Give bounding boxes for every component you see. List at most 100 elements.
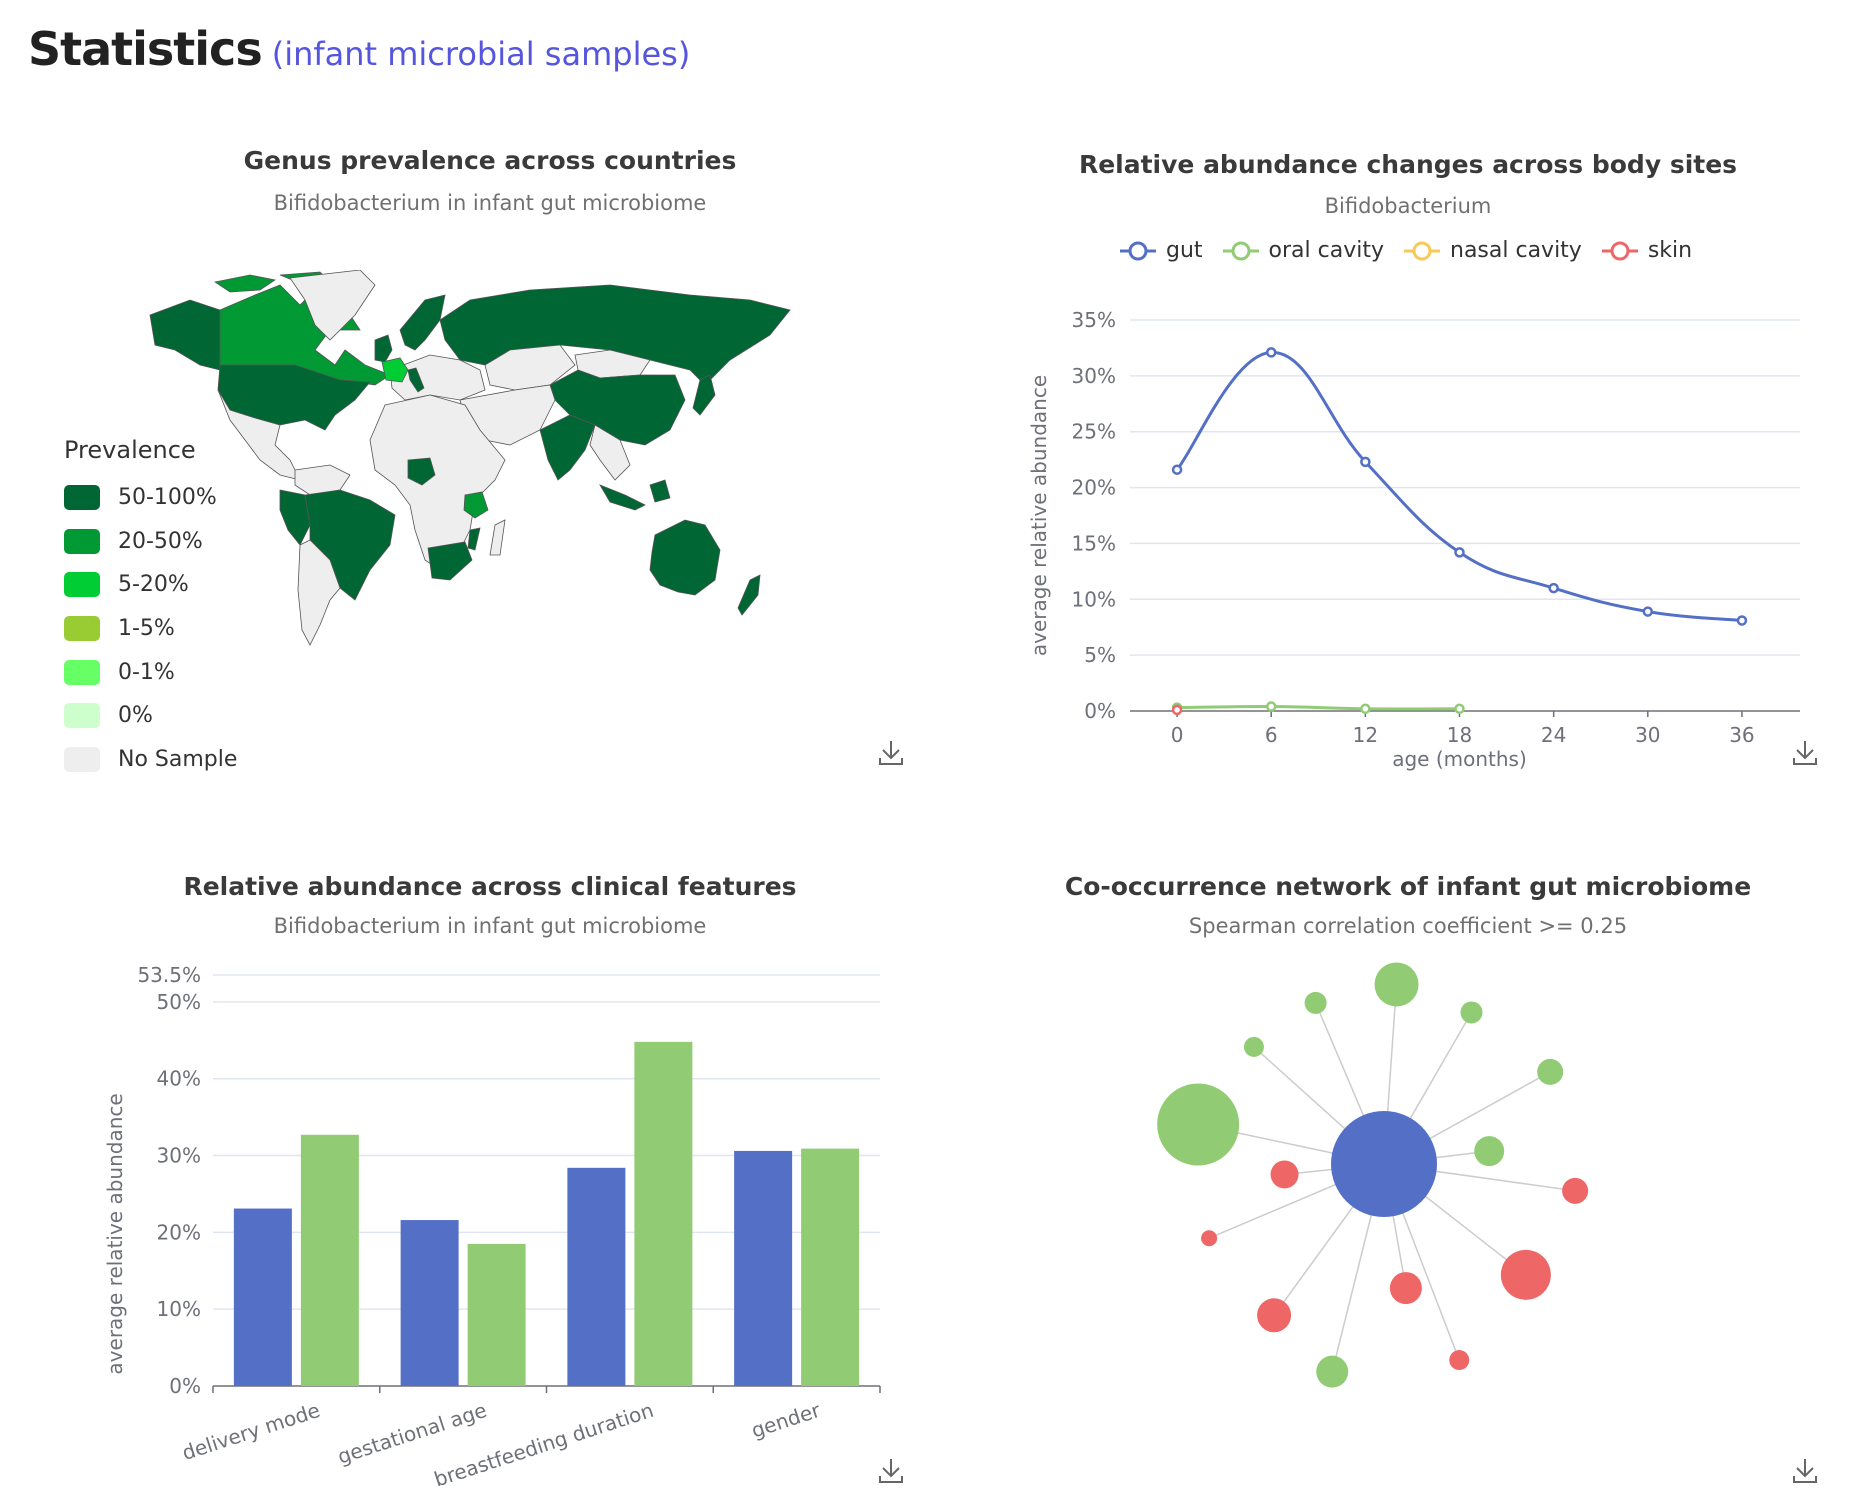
bar[interactable] — [467, 1243, 526, 1386]
line-legend-item[interactable]: skin — [1600, 238, 1692, 263]
region-alaska[interactable] — [149, 299, 221, 371]
map-legend-item[interactable]: No Sample — [64, 738, 237, 782]
page-title: Statistics (infant microbial samples) — [28, 22, 690, 76]
page-title-main: Statistics — [28, 22, 263, 76]
network-node-negative[interactable] — [1201, 1230, 1218, 1247]
network-node-positive[interactable] — [1304, 991, 1327, 1014]
line-chart-legend: gut oral cavity nasal cavity skin — [1118, 238, 1710, 263]
network-chart[interactable] — [1100, 950, 1700, 1430]
bar[interactable] — [400, 1220, 459, 1386]
region-malawi[interactable] — [467, 527, 481, 551]
network-node-positive[interactable] — [1243, 1036, 1264, 1057]
y-tick-label: 15% — [1072, 531, 1116, 555]
bar[interactable] — [233, 1208, 292, 1386]
data-point[interactable] — [1265, 347, 1277, 358]
bar[interactable] — [801, 1148, 860, 1386]
data-point[interactable] — [1454, 547, 1465, 558]
data-point[interactable] — [1642, 606, 1654, 617]
legend-label: No Sample — [118, 746, 238, 772]
x-tick-label: 0 — [1171, 723, 1184, 747]
data-point[interactable] — [1360, 456, 1371, 468]
legend-label: 1-5% — [118, 616, 175, 642]
network-node-negative[interactable] — [1270, 1160, 1299, 1189]
y-tick-label: 20% — [1072, 476, 1116, 500]
network-chart-subtitle: Spearman correlation coefficient >= 0.25 — [1188, 914, 1628, 938]
legend-swatch — [64, 703, 100, 729]
legend-swatch — [64, 659, 100, 685]
network-node-positive[interactable] — [1157, 1083, 1240, 1166]
legend-label: 5-20% — [118, 572, 189, 598]
line-legend-item[interactable]: oral cavity — [1221, 238, 1384, 263]
legend-label: gut — [1166, 238, 1203, 263]
region-japan[interactable] — [692, 374, 716, 416]
data-point[interactable] — [1736, 615, 1748, 626]
bar-download-icon[interactable] — [876, 1456, 906, 1486]
network-node-negative[interactable] — [1500, 1249, 1551, 1300]
network-node-negative[interactable] — [1257, 1298, 1292, 1333]
data-point[interactable] — [1548, 582, 1559, 594]
region-scandinavia[interactable] — [399, 294, 446, 351]
region-australia[interactable] — [649, 519, 721, 596]
bar-chart: 0% 10% 20% 30% 40% 50% 53.5% average relative a… — [103, 963, 881, 1490]
network-node-positive[interactable] — [1316, 1355, 1349, 1388]
bar[interactable] — [734, 1150, 793, 1386]
map-legend-item[interactable]: 5-20% — [64, 563, 237, 607]
y-tick-label: 20% — [157, 1220, 201, 1244]
y-axis-label: average relative abundance — [1027, 375, 1051, 656]
map-legend-item[interactable]: 0-1% — [64, 650, 237, 694]
x-tick-label: 24 — [1541, 723, 1566, 747]
map-legend-item[interactable]: 20-50% — [64, 520, 237, 564]
series-line-oral-cavity[interactable] — [1177, 705, 1460, 711]
bar[interactable] — [567, 1167, 626, 1386]
map-chart-subtitle: Bifidobacterium in infant gut microbiome — [273, 191, 707, 215]
series-line-gut[interactable] — [1175, 350, 1743, 623]
network-nodes — [1157, 962, 1589, 1388]
legend-label: skin — [1647, 238, 1693, 263]
y-tick-label: 0% — [169, 1374, 201, 1398]
data-point[interactable] — [1454, 703, 1465, 715]
legend-label: 50-100% — [118, 485, 217, 511]
x-tick-label: 6 — [1265, 723, 1278, 747]
region-new-zealand[interactable] — [737, 574, 761, 616]
network-center-node[interactable] — [1331, 1111, 1437, 1217]
region-france[interactable] — [381, 357, 409, 383]
data-point[interactable] — [1265, 701, 1277, 712]
legend-swatch — [64, 485, 100, 511]
network-node-positive[interactable] — [1537, 1058, 1564, 1085]
map-legend-title: Prevalence — [64, 436, 196, 464]
network-node-negative[interactable] — [1449, 1350, 1470, 1371]
network-download-icon[interactable] — [1790, 1456, 1820, 1486]
line-chart-title: Relative abundance changes across body s… — [1078, 150, 1738, 179]
region-madagascar[interactable] — [489, 519, 506, 556]
y-tick-label: 30% — [1072, 364, 1116, 388]
bar[interactable] — [300, 1134, 359, 1386]
y-tick-label: 10% — [1072, 587, 1116, 611]
map-legend-item[interactable]: 50-100% — [64, 476, 237, 520]
bar[interactable] — [634, 1041, 693, 1386]
network-chart-title: Co-occurrence network of infant gut micr… — [1064, 872, 1752, 901]
x-tick-label: 30 — [1635, 723, 1660, 747]
world-map[interactable] — [130, 270, 860, 650]
line-download-icon[interactable] — [1790, 738, 1820, 768]
legend-swatch — [64, 746, 100, 772]
legend-label: 0% — [118, 703, 153, 729]
network-node-positive[interactable] — [1374, 962, 1419, 1007]
map-legend-item[interactable]: 1-5% — [64, 607, 237, 651]
y-tick-label: 10% — [157, 1297, 201, 1321]
map-legend-item[interactable]: 0% — [64, 694, 237, 738]
data-point[interactable] — [1171, 704, 1183, 716]
line-legend-item[interactable]: nasal cavity — [1402, 238, 1582, 263]
network-node-positive[interactable] — [1460, 1001, 1483, 1024]
network-node-negative[interactable] — [1389, 1272, 1422, 1305]
data-point[interactable] — [1171, 464, 1183, 475]
network-node-positive[interactable] — [1474, 1136, 1505, 1167]
region-south-africa[interactable] — [427, 541, 473, 581]
map-download-icon[interactable] — [876, 738, 906, 768]
x-tick-label: delivery mode — [179, 1398, 323, 1465]
region-uk[interactable] — [374, 334, 393, 363]
line-legend-item[interactable]: gut — [1118, 238, 1203, 263]
network-node-negative[interactable] — [1562, 1177, 1589, 1204]
region-india[interactable] — [539, 414, 596, 481]
data-point[interactable] — [1360, 703, 1371, 715]
region-indonesia[interactable] — [599, 479, 671, 511]
